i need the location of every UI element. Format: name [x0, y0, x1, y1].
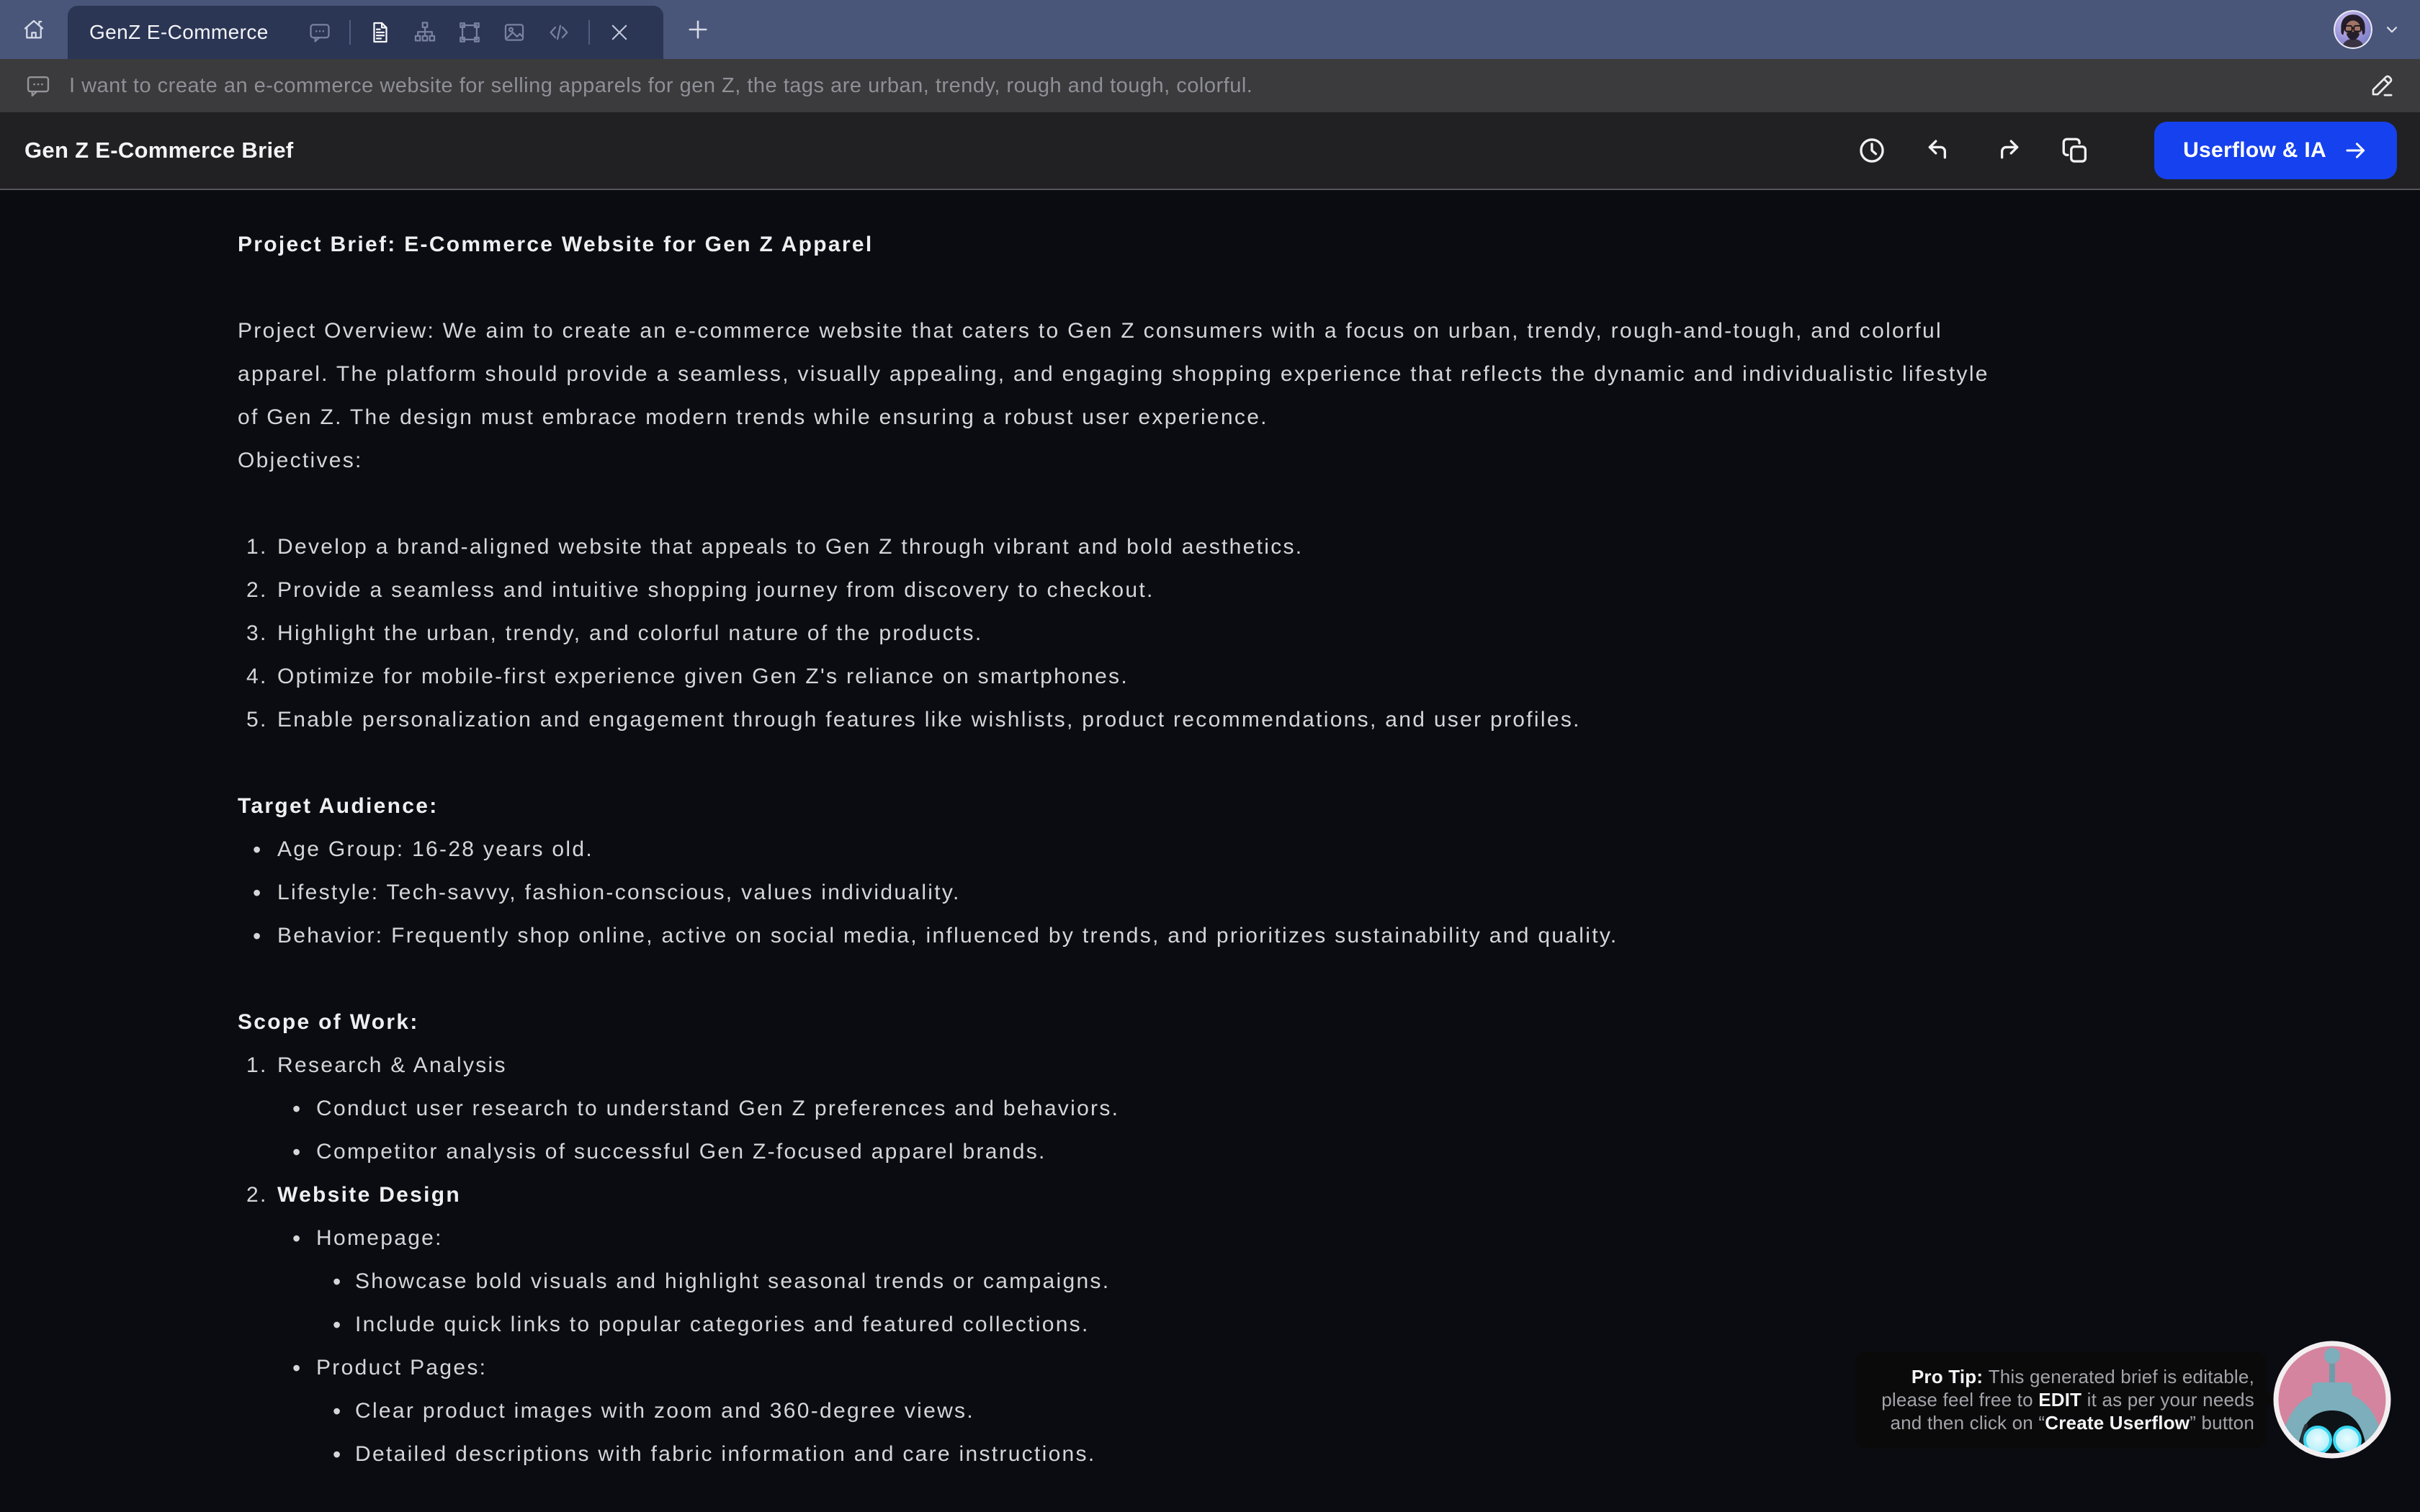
userflow-ia-label: Userflow & IA — [2183, 138, 2326, 163]
bullet-marker: • — [253, 871, 263, 914]
pro-tip-tooltip: Pro Tip: This generated brief is editabl… — [1855, 1351, 2266, 1449]
list-number: 4. — [246, 655, 268, 698]
copy-button[interactable] — [2059, 135, 2091, 166]
bullet-marker: • — [292, 1346, 302, 1390]
brief-document-icon[interactable] — [368, 20, 393, 45]
doc-line: •Age Group: 16-28 years old. — [238, 828, 2182, 871]
redo-button[interactable] — [1991, 135, 2023, 166]
tab-label: GenZ E-Commerce — [89, 21, 269, 44]
userflow-ia-button[interactable]: Userflow & IA — [2154, 122, 2397, 179]
plus-icon — [685, 17, 711, 42]
doc-line: •Homepage: — [238, 1217, 2182, 1260]
tab-bar: GenZ E-Commerce — [0, 0, 2420, 59]
image-icon[interactable] — [502, 20, 526, 45]
bullet-marker: • — [292, 1217, 302, 1260]
document-body: Project Brief: E-Commerce Website for Ge… — [238, 190, 2182, 1476]
history-icon — [1857, 135, 1887, 166]
list-number: 2. — [246, 1174, 268, 1217]
undo-button[interactable] — [1924, 135, 1955, 166]
header-actions: Userflow & IA — [1856, 122, 2420, 179]
redo-icon — [1992, 135, 2022, 166]
bullet-marker: • — [333, 1303, 343, 1346]
bullet-marker: • — [253, 914, 263, 958]
bullet-marker: • — [333, 1390, 343, 1433]
bullet-marker: • — [253, 828, 263, 871]
bullet-marker: • — [333, 1433, 343, 1476]
arrow-right-icon — [2344, 138, 2368, 163]
doc-line: •Behavior: Frequently shop online, activ… — [238, 914, 2182, 958]
edit-pencil-icon[interactable] — [2368, 72, 2396, 99]
pro-tip-text: Pro Tip: This generated brief is editabl… — [1881, 1366, 2254, 1434]
new-tab-button[interactable] — [676, 8, 720, 51]
tab-separator — [588, 20, 590, 45]
doc-line: •Include quick links to popular categori… — [238, 1303, 2182, 1346]
frame-icon[interactable] — [457, 20, 482, 45]
doc-spacer — [238, 958, 2182, 1001]
home-icon — [21, 17, 47, 42]
list-number: 3. — [246, 612, 268, 655]
doc-line: 3.Highlight the urban, trendy, and color… — [238, 612, 2182, 655]
code-icon[interactable] — [547, 20, 571, 45]
tab-separator — [349, 20, 351, 45]
list-number: 1. — [246, 1044, 268, 1087]
doc-line: •Showcase bold visuals and highlight sea… — [238, 1260, 2182, 1303]
chevron-down-icon[interactable] — [2383, 20, 2401, 39]
doc-line: 5.Enable personalization and engagement … — [238, 698, 2182, 742]
assistant-robot-avatar[interactable] — [2272, 1339, 2393, 1460]
doc-line: •Lifestyle: Tech-savvy, fashion-consciou… — [238, 871, 2182, 914]
undo-icon — [1924, 135, 1955, 166]
doc-line: Project Overview: We aim to create an e-… — [238, 310, 2182, 353]
tab-genz-ecommerce[interactable]: GenZ E-Commerce — [68, 6, 663, 59]
doc-line: 1.Research & Analysis — [238, 1044, 2182, 1087]
comments-icon[interactable] — [308, 20, 332, 45]
list-number: 1. — [246, 526, 268, 569]
history-button[interactable] — [1856, 135, 1888, 166]
bullet-marker: • — [292, 1130, 302, 1174]
doc-line: 2.Website Design — [238, 1174, 2182, 1217]
list-number: 5. — [246, 698, 268, 742]
doc-line: of Gen Z. The design must embrace modern… — [238, 396, 2182, 439]
doc-line: apparel. The platform should provide a s… — [238, 353, 2182, 396]
doc-line: Scope of Work: — [238, 1001, 2182, 1044]
home-button[interactable] — [0, 0, 68, 59]
doc-line: •Competitor analysis of successful Gen Z… — [238, 1130, 2182, 1174]
prompt-bar: I want to create an e-commerce website f… — [0, 59, 2420, 112]
comment-icon — [24, 72, 52, 99]
bullet-marker: • — [292, 1087, 302, 1130]
doc-spacer — [238, 482, 2182, 526]
doc-line: Project Brief: E-Commerce Website for Ge… — [238, 223, 2182, 266]
copy-icon — [2060, 135, 2090, 166]
doc-line: 4.Optimize for mobile-first experience g… — [238, 655, 2182, 698]
doc-line: 2.Provide a seamless and intuitive shopp… — [238, 569, 2182, 612]
document-canvas[interactable]: Project Brief: E-Commerce Website for Ge… — [0, 190, 2420, 1512]
prompt-text: I want to create an e-commerce website f… — [69, 74, 1252, 98]
sitemap-icon[interactable] — [413, 20, 437, 45]
list-number: 2. — [246, 569, 268, 612]
user-avatar[interactable] — [2334, 10, 2372, 49]
page-title: Gen Z E-Commerce Brief — [24, 138, 294, 163]
doc-line: •Conduct user research to understand Gen… — [238, 1087, 2182, 1130]
doc-line: 1.Develop a brand-aligned website that a… — [238, 526, 2182, 569]
doc-spacer — [238, 266, 2182, 310]
doc-line: Target Audience: — [238, 785, 2182, 828]
doc-line: Objectives: — [238, 439, 2182, 482]
close-icon[interactable] — [607, 20, 632, 45]
document-header: Gen Z E-Commerce Brief — [0, 112, 2420, 190]
bullet-marker: • — [333, 1260, 343, 1303]
user-menu[interactable] — [2334, 10, 2401, 49]
doc-spacer — [238, 742, 2182, 785]
